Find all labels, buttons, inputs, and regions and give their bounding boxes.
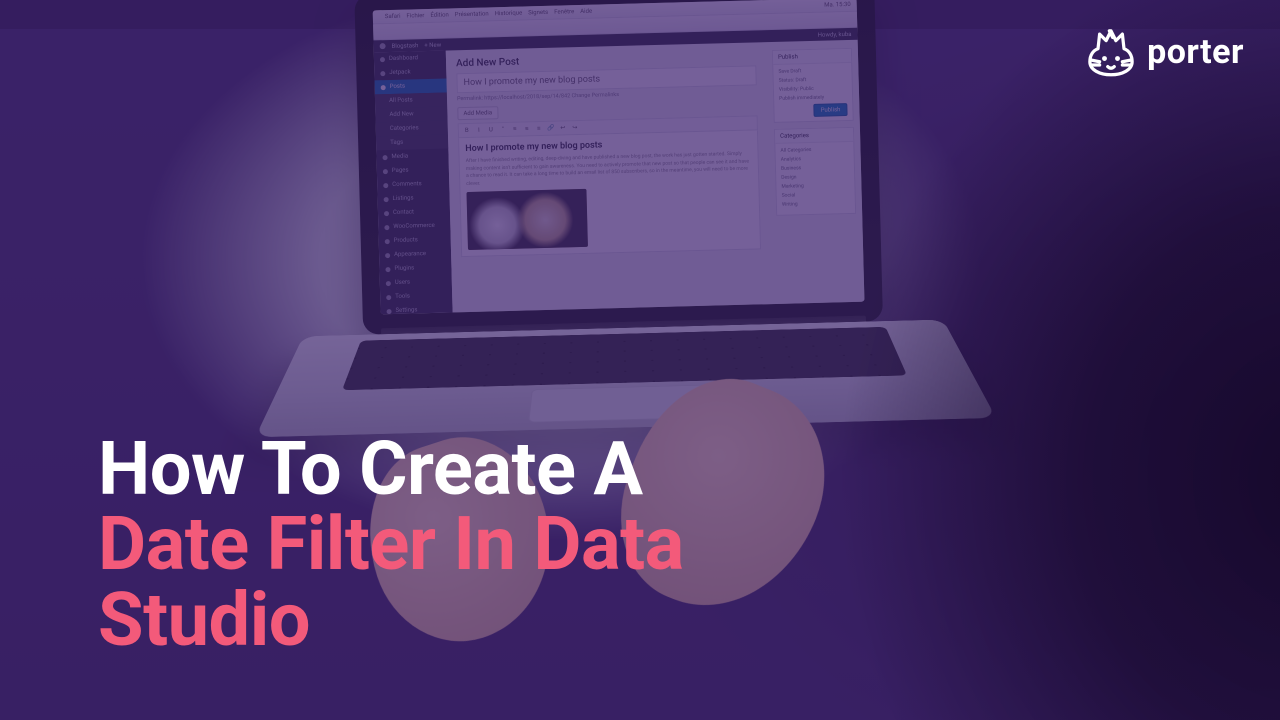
headline-line-2: Date Filter In Data [98,507,840,582]
hero-card: Safari Fichier Édition Présentation Hist… [0,0,1280,720]
porter-cat-icon [1085,26,1137,78]
headline-line-1: How To Create A [98,432,840,507]
headline-line-3: Studio [98,583,840,658]
brand-logo: porter [1085,26,1244,78]
headline: How To Create A Date Filter In Data Stud… [98,432,840,658]
brand-wordmark: porter [1147,32,1244,72]
